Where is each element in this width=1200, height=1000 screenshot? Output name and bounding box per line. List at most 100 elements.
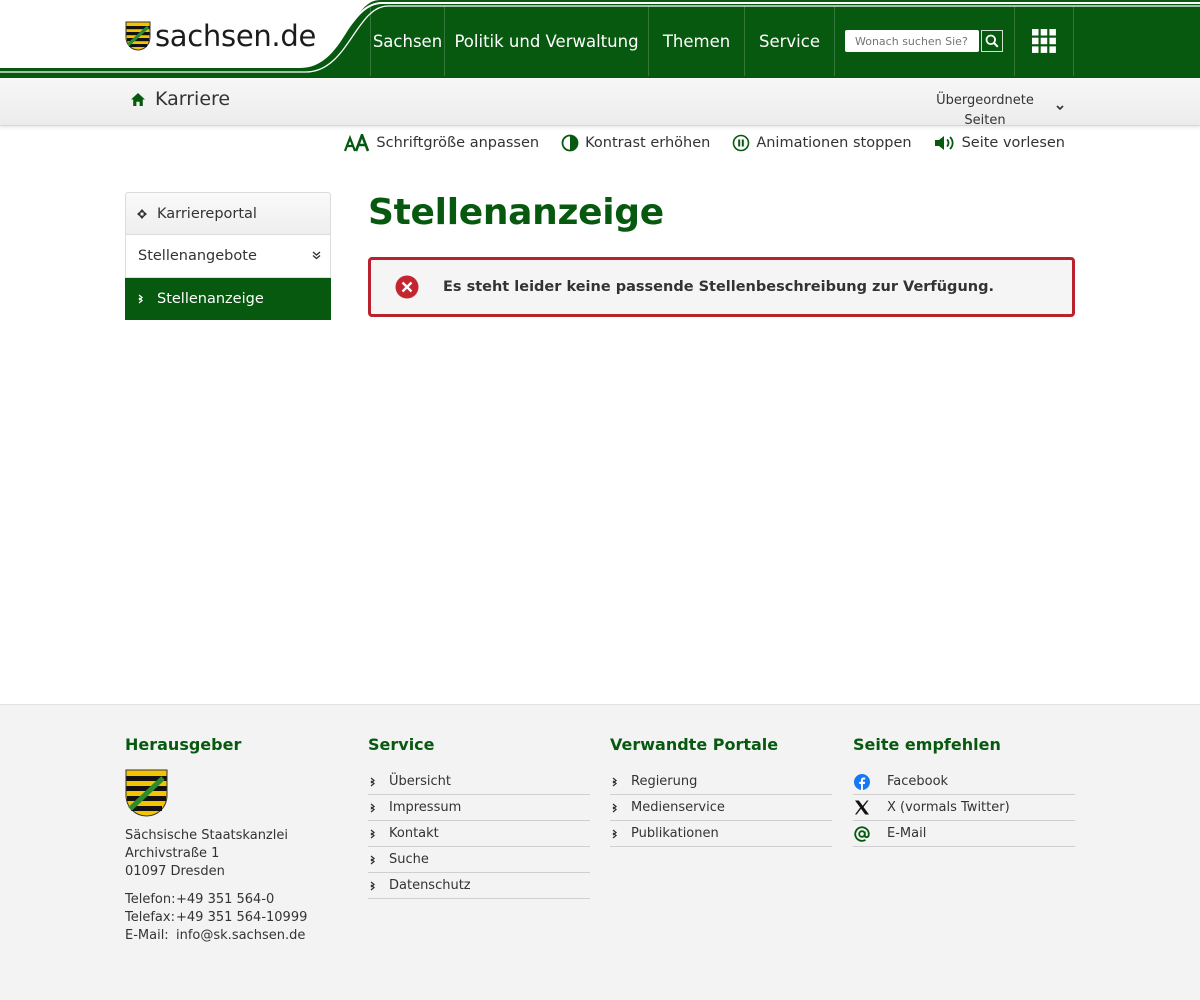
footer-heading-publisher: Herausgeber [125, 735, 242, 754]
home-icon[interactable] [130, 92, 146, 107]
footer-link-impressum[interactable]: Impressum [368, 795, 590, 821]
share-email[interactable]: E-Mail [853, 821, 1075, 847]
email-row: E-Mail: info@sk.sachsen.de [125, 927, 347, 945]
sidebar-item-label: Karriereportal [157, 205, 257, 222]
contrast-label: Kontrast erhöhen [585, 135, 711, 151]
at-icon [853, 825, 887, 842]
fax-row: Telefax: +49 351 564-10999 [125, 909, 347, 927]
share-label: Facebook [887, 774, 949, 789]
sidebar-navigation: Karriereportal Stellenangebote Stellenan… [125, 192, 331, 320]
saxony-coat-of-arms-icon [125, 769, 168, 817]
double-chevron-right-icon [368, 829, 389, 839]
email-label: E-Mail: [125, 928, 169, 943]
read-aloud-label: Seite vorlesen [961, 135, 1065, 151]
footer-link-regierung[interactable]: Regierung [610, 769, 832, 795]
footer-link-label: Datenschutz [389, 878, 471, 893]
publisher-street: Archivstraße 1 [125, 846, 220, 861]
grid-menu-icon [1032, 29, 1056, 53]
footer-link-datenschutz[interactable]: Datenschutz [368, 873, 590, 899]
phone-label: Telefon: [125, 892, 176, 907]
section-bar: Karriere Übergeordnete Seiten [0, 78, 1200, 128]
footer-link-uebersicht[interactable]: Übersicht [368, 769, 590, 795]
search-input[interactable] [845, 30, 979, 52]
footer-link-suche[interactable]: Suche [368, 847, 590, 873]
double-chevron-right-icon [610, 803, 631, 813]
footer-link-medienservice[interactable]: Medienservice [610, 795, 832, 821]
nav-themen[interactable]: Themen [648, 6, 744, 76]
publisher-address: Sächsische Staatskanzlei Archivstraße 1 … [125, 827, 347, 881]
error-icon [395, 275, 419, 299]
section-title[interactable]: Karriere [155, 88, 230, 110]
double-chevron-right-icon [368, 803, 389, 813]
share-x[interactable]: X (vormals Twitter) [853, 795, 1075, 821]
saxony-coat-of-arms-icon [125, 21, 151, 51]
phone-row: Telefon: +49 351 564-0 [125, 891, 347, 909]
footer-link-label: Medienservice [631, 800, 725, 815]
font-size-label: Schriftgröße anpassen [376, 135, 540, 151]
nav-sachsen[interactable]: Sachsen [370, 6, 444, 76]
footer-link-label: Übersicht [389, 774, 451, 789]
footer-share: Seite empfehlen Facebook X (vormals Twit… [853, 735, 1075, 847]
facebook-icon [853, 773, 887, 790]
expand-arrows-icon [126, 208, 157, 219]
footer-portals: Verwandte Portale Regierung Medienservic… [610, 735, 832, 847]
error-message: Es steht leider keine passende Stellenbe… [443, 279, 994, 295]
page-title: Stellenanzeige [368, 192, 664, 233]
footer-heading-service: Service [368, 735, 435, 754]
footer-link-label: Publikationen [631, 826, 719, 841]
app-grid-button[interactable] [1014, 6, 1074, 76]
double-chevron-right-icon [368, 881, 389, 891]
sidebar-item-karriereportal[interactable]: Karriereportal [125, 192, 331, 235]
speaker-icon [934, 136, 954, 150]
double-chevron-right-icon [610, 829, 631, 839]
font-size-button[interactable]: Schriftgröße anpassen [344, 134, 539, 152]
fax-value: +49 351 564-10999 [176, 910, 308, 925]
site-footer: Herausgeber Sächsische Staatskanzlei Arc… [0, 704, 1200, 1000]
footer-service: Service Übersicht Impressum Kontakt Such… [368, 735, 590, 899]
site-header: sachsen.de Sachsen Politik und Verwaltun… [0, 0, 1200, 78]
search-button[interactable] [981, 30, 1003, 52]
share-label: E-Mail [887, 826, 927, 841]
publisher-org: Sächsische Staatskanzlei [125, 828, 288, 843]
x-icon [853, 800, 887, 815]
footer-link-label: Regierung [631, 774, 698, 789]
sidebar-item-stellenanzeige[interactable]: Stellenanzeige [125, 278, 331, 320]
email-link[interactable]: info@sk.sachsen.de [176, 927, 305, 945]
share-links: Facebook X (vormals Twitter) E-Mail [853, 769, 1075, 847]
contrast-button[interactable]: Kontrast erhöhen [561, 134, 710, 152]
sidebar-item-label: Stellenangebote [138, 248, 257, 264]
sidebar-item-label: Stellenanzeige [157, 290, 264, 307]
footer-heading-share: Seite empfehlen [853, 735, 1001, 754]
read-aloud-button[interactable]: Seite vorlesen [934, 134, 1065, 152]
font-size-icon [344, 134, 370, 152]
stop-animations-button[interactable]: Animationen stoppen [732, 134, 912, 152]
sidebar-item-stellenangebote[interactable]: Stellenangebote [125, 235, 331, 278]
double-chevron-right-icon [126, 294, 157, 304]
accessibility-toolbar: Schriftgröße anpassen Kontrast erhöhen A… [344, 134, 1065, 152]
phone-value[interactable]: +49 351 564-0 [176, 891, 274, 909]
contrast-icon [561, 134, 579, 152]
nav-politik-und-verwaltung[interactable]: Politik und Verwaltung [444, 6, 648, 76]
pause-icon [733, 134, 750, 152]
search-area [834, 6, 1014, 76]
nav-service[interactable]: Service [744, 6, 834, 76]
footer-link-label: Kontakt [389, 826, 439, 841]
error-alert: Es steht leider keine passende Stellenbe… [368, 257, 1075, 317]
footer-link-publikationen[interactable]: Publikationen [610, 821, 832, 847]
chevron-down-icon [1056, 105, 1064, 111]
double-chevron-right-icon [368, 777, 389, 787]
double-chevron-right-icon [368, 855, 389, 865]
footer-link-kontakt[interactable]: Kontakt [368, 821, 590, 847]
site-logo[interactable]: sachsen.de [125, 18, 316, 54]
double-chevron-down-icon [312, 251, 321, 260]
search-icon [985, 34, 999, 48]
footer-link-label: Suche [389, 852, 429, 867]
double-chevron-right-icon [610, 777, 631, 787]
fax-label: Telefax: [125, 910, 175, 925]
footer-publisher: Herausgeber Sächsische Staatskanzlei Arc… [125, 735, 347, 945]
footer-heading-portals: Verwandte Portale [610, 735, 779, 754]
share-label: X (vormals Twitter) [887, 800, 1010, 815]
share-facebook[interactable]: Facebook [853, 769, 1075, 795]
footer-link-label: Impressum [389, 800, 462, 815]
parent-pages-toggle[interactable]: Übergeordnete Seiten [930, 91, 1040, 131]
